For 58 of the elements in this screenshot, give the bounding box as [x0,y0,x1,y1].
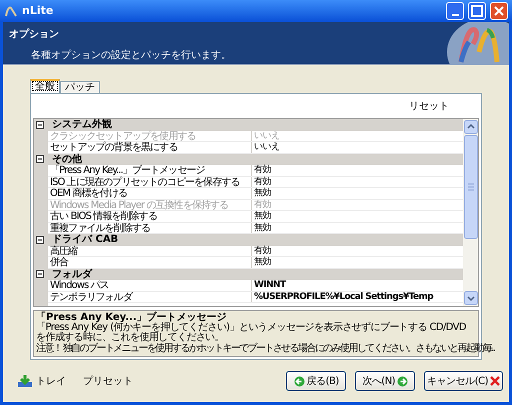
cancel-button[interactable]: キャンセル(C) [424,371,503,391]
property-value[interactable]: いいえ [252,142,280,152]
property-value[interactable]: WINNT [252,280,286,290]
property-value[interactable]: 有効 [252,176,271,187]
property-name: OEM 商標を付ける [48,188,252,198]
property-value[interactable]: 無効 [252,257,271,268]
property-value[interactable]: 無効 [252,222,271,233]
back-button[interactable]: 戻る(B) [286,371,346,391]
property-value[interactable]: 有効 [252,246,271,256]
left-arrow-icon [294,376,305,386]
property-value[interactable]: %USERPROFILE%¥Local Settings¥Temp [252,292,434,302]
property-name: 古い BIOS 情報を削除する [48,211,252,222]
property-name: クラシックセットアップを使用する [48,130,252,141]
footer-link[interactable]: トレイ [36,374,66,388]
property-name: Windows パス [48,280,252,290]
property-name: ISO 上に現在のプリセットのコピーを保存する [48,176,252,187]
property-name: 併合 [48,257,252,268]
header-subtitle: 各種オプションの設定とパッチを行います。 [31,50,232,62]
app-logo-icon [4,5,18,17]
property-value[interactable]: 有効 [252,165,271,176]
footer-link[interactable]: プリセット [83,374,133,388]
tab[interactable]: 全般 [30,79,60,93]
property-value[interactable]: 無効 [252,211,271,222]
maximize-icon [469,3,485,19]
download-tray-icon [17,374,33,388]
minimize-button[interactable] [446,2,464,20]
description-note: 注意！ 独自のブートメニューを使用するかホットキーでブートさせる場合にのみ使用してください。さもないと再起動毎.. [36,343,494,354]
scroll-down-icon[interactable] [464,291,478,305]
property-value[interactable]: 無効 [252,188,271,198]
category-heading: フォルダ [52,268,92,280]
collapse-icon[interactable] [36,155,44,164]
property-name: セットアップの背景を黒にする [48,142,252,152]
tab[interactable]: パッチ [60,81,100,93]
collapse-icon[interactable] [36,236,44,244]
property-name: 高圧縮 [48,246,252,256]
minimize-icon [452,14,458,16]
window-title: nLite [22,2,54,19]
collapse-icon[interactable] [36,270,44,278]
reset-link[interactable]: リセット [409,98,449,114]
description-title: 「Press Any Key...」ブートメッセージ [36,312,227,323]
next-button[interactable]: 次へ(N) [355,371,416,391]
category-heading: ドライバ CAB [52,234,118,246]
property-name: Windows Media Player の互換性を保持する [48,200,252,210]
scrollbar-thumb[interactable] [464,135,478,239]
category-heading: システム外観 [52,119,112,130]
close-button[interactable] [490,2,508,20]
property-name: テンポラリフォルダ [48,292,252,302]
category-heading: その他 [52,154,82,165]
close-icon [490,376,500,386]
description-text: 「Press Any Key (何かキーを押してください)」というメッセージを表示させずにブートする CD/DVD を作成する時に、これを使用してください。 [36,323,466,343]
right-arrow-icon [397,376,408,386]
property-name: 重複ファイルを削除する [48,222,252,233]
scrollbar[interactable] [463,119,478,306]
collapse-icon[interactable] [36,120,44,129]
maximize-button[interactable] [468,2,486,20]
property-name: 「Press Any Key...」ブートメッセージ [48,165,252,176]
header-title: オプション [9,29,60,41]
scroll-up-icon[interactable] [464,120,478,134]
